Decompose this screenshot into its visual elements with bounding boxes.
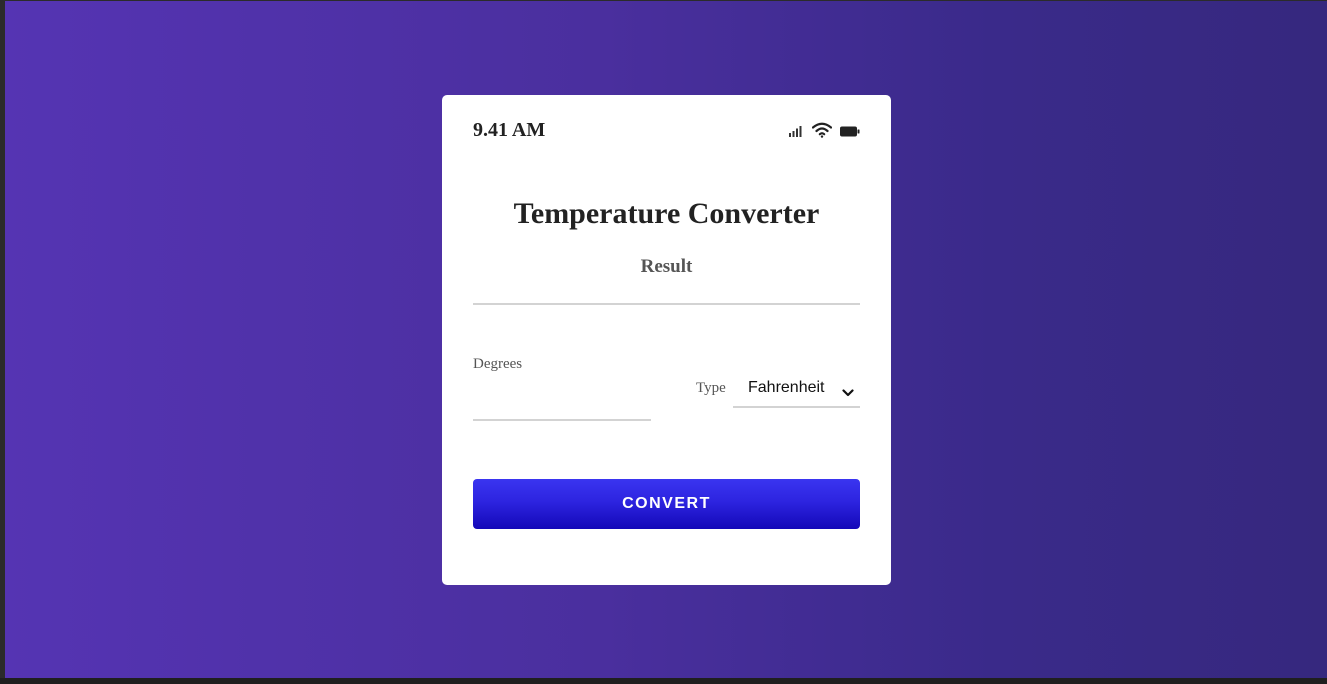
chevron-down-icon — [842, 384, 854, 402]
converter-card: 9.41 AM Temperature Converter Result Deg… — [442, 95, 891, 585]
signal-icon — [789, 124, 804, 142]
page-title: Temperature Converter — [513, 197, 820, 230]
taskbar-strip — [0, 678, 1327, 684]
degrees-input[interactable] — [473, 385, 651, 421]
type-select[interactable]: Fahrenheit — [733, 375, 860, 408]
type-select-value: Fahrenheit — [748, 379, 825, 396]
status-bar: 9.41 AM — [473, 119, 860, 147]
status-icons — [789, 122, 860, 143]
degrees-label: Degrees — [473, 356, 523, 372]
result-label: Result — [640, 256, 693, 277]
wifi-icon — [811, 122, 833, 143]
type-label: Type — [696, 380, 726, 396]
result-divider — [473, 303, 860, 305]
convert-button[interactable]: CONVERT — [473, 479, 860, 529]
status-time: 9.41 AM — [473, 119, 546, 141]
battery-icon — [840, 124, 860, 142]
